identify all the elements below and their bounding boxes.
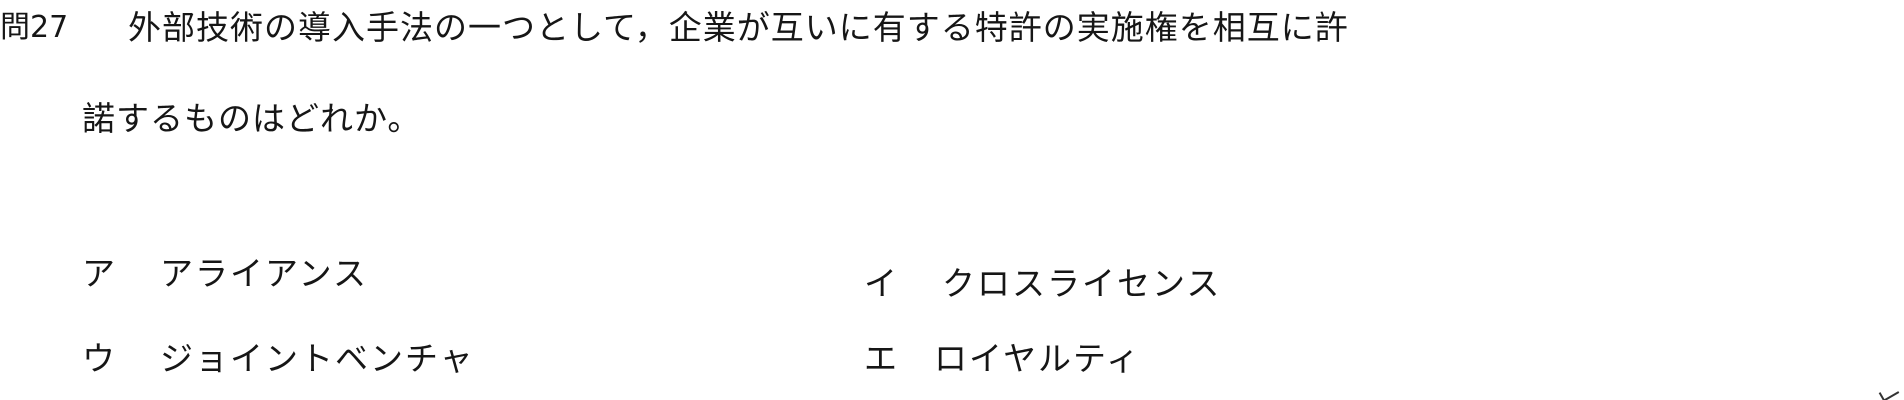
- question-number: 問27: [0, 10, 69, 45]
- choice-e: エ ロイヤルティ: [864, 337, 1141, 381]
- choice-mark: イ: [864, 264, 897, 303]
- choice-i: イ クロスライセンス: [864, 262, 1221, 306]
- choice-text: アライアンス: [160, 254, 369, 293]
- choice-a: ア アライアンス: [82, 252, 368, 296]
- question-stem-line-1: 外部技術の導入手法の一つとして，企業が互いに有する特許の実施権を相互に許: [128, 8, 1349, 47]
- choice-text: クロスライセンス: [942, 264, 1222, 303]
- choice-mark: ア: [82, 254, 115, 293]
- corner-tick-mark: [1878, 384, 1900, 400]
- choice-mark: エ: [864, 339, 897, 378]
- choice-text: ロイヤルティ: [934, 339, 1142, 378]
- choice-text: ジョイントベンチャ: [160, 339, 475, 378]
- choice-mark: ウ: [82, 339, 115, 378]
- question-stem-line-2: 諾するものはどれか。: [82, 99, 422, 138]
- choice-u: ウ ジョイントベンチャ: [82, 337, 475, 381]
